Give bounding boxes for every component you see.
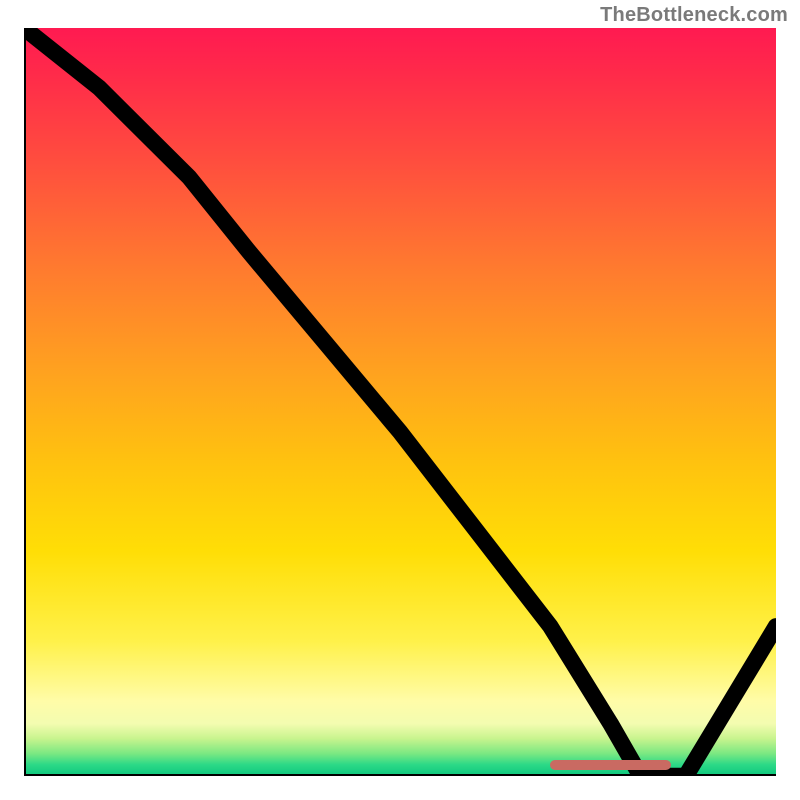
- plot-area: [24, 28, 776, 776]
- bottleneck-curve: [24, 28, 776, 776]
- chart-container: TheBottleneck.com: [0, 0, 800, 800]
- watermark-text: TheBottleneck.com: [600, 4, 788, 27]
